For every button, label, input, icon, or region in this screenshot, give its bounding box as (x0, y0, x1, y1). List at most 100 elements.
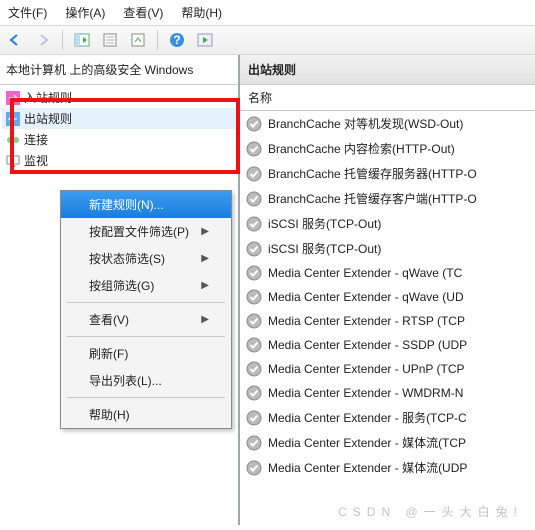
ctx-new-rule[interactable]: 新建规则(N)... (61, 191, 231, 218)
rule-name: iSCSI 服务(TCP-Out) (268, 215, 381, 232)
check-circle-icon (246, 435, 262, 451)
properties-icon (102, 32, 118, 48)
ctx-export[interactable]: 导出列表(L)... (61, 367, 231, 394)
rule-name: Media Center Extender - SSDP (UDP (268, 338, 467, 352)
export-button[interactable] (127, 29, 149, 51)
rule-row[interactable]: Media Center Extender - qWave (UD (240, 285, 535, 309)
rule-name: Media Center Extender - 媒体流(UDP (268, 459, 467, 476)
ctx-label: 帮助(H) (89, 406, 130, 423)
rule-row[interactable]: iSCSI 服务(TCP-Out) (240, 236, 535, 261)
export-icon (130, 32, 146, 48)
rule-name: BranchCache 托管缓存服务器(HTTP-O (268, 165, 477, 182)
rule-row[interactable]: BranchCache 托管缓存客户端(HTTP-O (240, 186, 535, 211)
ctx-separator (67, 302, 225, 303)
ctx-filter-profile[interactable]: 按配置文件筛选(P) ▶ (61, 218, 231, 245)
check-circle-icon (246, 385, 262, 401)
tree-pane: 本地计算机 上的高级安全 Windows 入站规则 出站规则 连接 监视 新建规… (0, 55, 240, 525)
ctx-label: 查看(V) (89, 311, 129, 328)
action-button[interactable] (194, 29, 216, 51)
help-button[interactable]: ? (166, 29, 188, 51)
rule-row[interactable]: Media Center Extender - 媒体流(TCP (240, 430, 535, 455)
toolbar-separator (62, 30, 63, 50)
play-icon (197, 32, 213, 48)
ctx-label: 按状态筛选(S) (89, 250, 165, 267)
back-button[interactable] (4, 29, 26, 51)
tree: 入站规则 出站规则 连接 监视 (0, 85, 238, 173)
ctx-view[interactable]: 查看(V) ▶ (61, 306, 231, 333)
properties-button[interactable] (99, 29, 121, 51)
menu-help[interactable]: 帮助(H) (181, 4, 222, 21)
submenu-arrow-icon: ▶ (201, 314, 209, 325)
check-circle-icon (246, 265, 262, 281)
rule-row[interactable]: Media Center Extender - UPnP (TCP (240, 357, 535, 381)
check-circle-icon (246, 116, 262, 132)
menu-action[interactable]: 操作(A) (65, 4, 105, 21)
arrow-right-icon (35, 32, 51, 48)
check-circle-icon (246, 241, 262, 257)
rule-name: Media Center Extender - qWave (TC (268, 266, 462, 280)
ctx-filter-state[interactable]: 按状态筛选(S) ▶ (61, 245, 231, 272)
tree-item-outbound[interactable]: 出站规则 (2, 108, 236, 129)
column-header-name[interactable]: 名称 (240, 85, 535, 111)
rule-row[interactable]: Media Center Extender - 服务(TCP-C (240, 405, 535, 430)
check-circle-icon (246, 313, 262, 329)
rule-name: BranchCache 对等机发现(WSD-Out) (268, 115, 463, 132)
check-circle-icon (246, 460, 262, 476)
check-circle-icon (246, 361, 262, 377)
submenu-arrow-icon: ▶ (201, 226, 209, 237)
tree-item-monitor[interactable]: 监视 (2, 150, 236, 171)
menu-view[interactable]: 查看(V) (123, 4, 163, 21)
rule-name: Media Center Extender - 媒体流(TCP (268, 434, 466, 451)
ctx-label: 按组筛选(G) (89, 277, 154, 294)
arrow-left-icon (7, 32, 23, 48)
submenu-arrow-icon: ▶ (201, 253, 209, 264)
rule-name: BranchCache 内容检索(HTTP-Out) (268, 140, 455, 157)
tree-item-connection[interactable]: 连接 (2, 129, 236, 150)
rule-name: Media Center Extender - UPnP (TCP (268, 362, 465, 376)
toolbar: ? (0, 25, 535, 55)
rule-row[interactable]: Media Center Extender - qWave (TC (240, 261, 535, 285)
rule-list: BranchCache 对等机发现(WSD-Out) BranchCache 内容… (240, 111, 535, 525)
tree-label: 出站规则 (24, 110, 72, 127)
check-circle-icon (246, 410, 262, 426)
rule-name: Media Center Extender - WMDRM-N (268, 386, 463, 400)
ctx-help[interactable]: 帮助(H) (61, 401, 231, 428)
ctx-filter-group[interactable]: 按组筛选(G) ▶ (61, 272, 231, 299)
rule-name: iSCSI 服务(TCP-Out) (268, 240, 381, 257)
ctx-refresh[interactable]: 刷新(F) (61, 340, 231, 367)
check-circle-icon (246, 191, 262, 207)
rule-row[interactable]: Media Center Extender - 媒体流(UDP (240, 455, 535, 480)
connection-icon (6, 133, 20, 147)
toolbar-separator (157, 30, 158, 50)
rule-row[interactable]: Media Center Extender - SSDP (UDP (240, 333, 535, 357)
check-circle-icon (246, 289, 262, 305)
tree-label: 连接 (24, 131, 48, 148)
ctx-label: 导出列表(L)... (89, 372, 162, 389)
rule-row[interactable]: BranchCache 内容检索(HTTP-Out) (240, 136, 535, 161)
ctx-separator (67, 336, 225, 337)
check-circle-icon (246, 141, 262, 157)
panel-icon (74, 32, 90, 48)
menu-file[interactable]: 文件(F) (8, 4, 47, 21)
rule-row[interactable]: BranchCache 对等机发现(WSD-Out) (240, 111, 535, 136)
show-tree-button[interactable] (71, 29, 93, 51)
submenu-arrow-icon: ▶ (201, 280, 209, 291)
svg-text:?: ? (173, 33, 180, 47)
rule-name: Media Center Extender - RTSP (TCP (268, 314, 465, 328)
rule-row[interactable]: BranchCache 托管缓存服务器(HTTP-O (240, 161, 535, 186)
tree-root[interactable]: 本地计算机 上的高级安全 Windows (0, 55, 238, 85)
rule-row[interactable]: Media Center Extender - RTSP (TCP (240, 309, 535, 333)
rule-in-icon (6, 91, 20, 105)
tree-item-inbound[interactable]: 入站规则 (2, 87, 236, 108)
rule-row[interactable]: Media Center Extender - WMDRM-N (240, 381, 535, 405)
forward-button[interactable] (32, 29, 54, 51)
ctx-label: 刷新(F) (89, 345, 128, 362)
rule-row[interactable]: iSCSI 服务(TCP-Out) (240, 211, 535, 236)
monitor-icon (6, 154, 20, 168)
context-menu: 新建规则(N)... 按配置文件筛选(P) ▶ 按状态筛选(S) ▶ 按组筛选(G)… (60, 190, 232, 429)
rule-name: Media Center Extender - 服务(TCP-C (268, 409, 467, 426)
ctx-label: 新建规则(N)... (89, 196, 164, 213)
rule-out-icon (6, 112, 20, 126)
ctx-label: 按配置文件筛选(P) (89, 223, 189, 240)
check-circle-icon (246, 337, 262, 353)
